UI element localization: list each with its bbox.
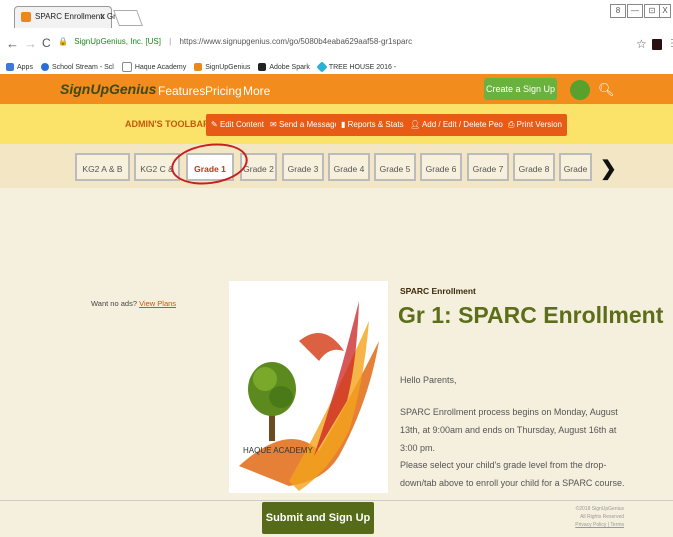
bookmark-tree-house[interactable]: TREE HOUSE 2016 - xyxy=(316,61,396,73)
url-text: https://www.signupgenius.com/go/5080b4ea… xyxy=(179,37,413,46)
bookmark-adobe-spark[interactable]: Adobe Spark xyxy=(258,63,310,71)
forward-arrow-icon[interactable]: → xyxy=(24,36,37,51)
bookmark-school-stream[interactable]: School Stream - Scl xyxy=(40,63,114,71)
signupgenius-favicon-icon xyxy=(21,12,31,22)
reports-stats-button[interactable]: ▮ Reports & Stats xyxy=(336,114,409,136)
add-edit-delete-people-button[interactable]: 👤︎ Add / Edit / Delete People xyxy=(405,114,519,136)
tab-grade-5[interactable]: Grade 5 xyxy=(374,153,416,181)
tab-grade-7[interactable]: Grade 7 xyxy=(467,153,509,181)
greeting-text: Hello Parents, xyxy=(400,375,457,385)
globe-icon xyxy=(40,63,49,71)
rights-text: All Rights Reserved xyxy=(580,514,624,520)
nav-more[interactable]: More xyxy=(243,84,270,98)
url-bar[interactable]: 🔒 SignUpGenius, Inc. [US] | https://www.… xyxy=(58,37,628,53)
chevron-right-icon[interactable]: ❯ xyxy=(600,156,617,181)
close-window-icon[interactable]: X xyxy=(659,4,671,18)
nav-features[interactable]: Features xyxy=(158,84,205,98)
adobe-spark-icon xyxy=(258,63,267,71)
page-title: Gr 1: SPARC Enrollment xyxy=(398,302,664,328)
enrollment-label: SPARC Enrollment xyxy=(400,286,476,296)
reload-icon[interactable]: C xyxy=(42,36,51,50)
signupgenius-icon xyxy=(194,63,203,71)
lock-icon: 🔒 xyxy=(58,37,68,46)
bookmark-signupgenius[interactable]: SignUpGenius xyxy=(194,63,250,71)
drive-icon xyxy=(316,61,328,73)
copyright-text: ©2018 SignUpGenius xyxy=(575,506,624,512)
enrollment-dates-text: SPARC Enrollment process begins on Monda… xyxy=(400,407,618,453)
tab-grade-4[interactable]: Grade 4 xyxy=(328,153,370,181)
submit-and-sign-up-button[interactable]: Submit and Sign Up xyxy=(262,502,374,534)
create-signup-button[interactable]: Create a Sign Up xyxy=(484,78,557,100)
tab-close-icon[interactable]: x xyxy=(101,11,106,21)
nav-pricing[interactable]: Pricing xyxy=(205,84,242,98)
menu-icon[interactable]: ⋮ xyxy=(667,38,673,49)
extension-icon[interactable] xyxy=(652,39,662,50)
minimize-icon[interactable]: — xyxy=(627,4,643,18)
bookmarks-bar: Apps School Stream - Scl Haque Academy S… xyxy=(0,60,673,74)
maximize-icon[interactable]: ⊡ xyxy=(644,4,660,18)
profile-icon[interactable]: 8 xyxy=(610,4,626,18)
tree-avatar-icon[interactable] xyxy=(570,80,590,100)
back-arrow-icon[interactable]: ← xyxy=(6,36,19,51)
tab-grade-6[interactable]: Grade 6 xyxy=(420,153,462,181)
tab-kg2-a-b[interactable]: KG2 A & B xyxy=(75,153,130,181)
instructions-text: Please select your child's grade level f… xyxy=(400,460,625,488)
view-plans-link[interactable]: View Plans xyxy=(139,299,176,308)
page-icon xyxy=(121,62,132,72)
search-icon[interactable]: 🔍︎ xyxy=(598,82,615,98)
bookmark-star-icon[interactable]: ☆ xyxy=(636,37,647,51)
apps-grid-icon xyxy=(6,63,14,71)
copyright-block: ©2018 SignUpGenius All Rights Reserved P… xyxy=(568,505,624,529)
print-version-button[interactable]: ⎙ Print Version xyxy=(503,114,567,136)
bookmark-apps[interactable]: Apps xyxy=(6,63,33,71)
haque-academy-logo-image: HAQUE ACADEMY xyxy=(229,281,388,493)
browser-tab[interactable]: SPARC Enrollment: Gr 1 x xyxy=(14,6,122,28)
tab-grade-8[interactable]: Grade 8 xyxy=(513,153,555,181)
signupgenius-logo[interactable]: SignUpGenius xyxy=(60,81,156,97)
bookmark-haque-academy[interactable]: Haque Academy xyxy=(121,62,186,72)
footer-links[interactable]: Privacy Policy | Terms xyxy=(568,521,624,529)
tab-title: SPARC Enrollment: Gr 1 xyxy=(35,12,123,21)
edit-content-button[interactable]: ✎ Edit Content xyxy=(206,114,269,136)
tab-grade-partial[interactable]: Grade xyxy=(559,153,592,181)
admin-toolbar-label: ADMIN'S TOOLBAR xyxy=(125,119,210,129)
send-message-button[interactable]: ✉ Send a Message xyxy=(265,114,344,136)
image-caption: HAQUE ACADEMY xyxy=(243,446,313,455)
tab-grade-3[interactable]: Grade 3 xyxy=(282,153,324,181)
site-identity: SignUpGenius, Inc. [US] xyxy=(74,37,161,46)
ad-text: Want no ads? View Plans xyxy=(91,299,177,308)
